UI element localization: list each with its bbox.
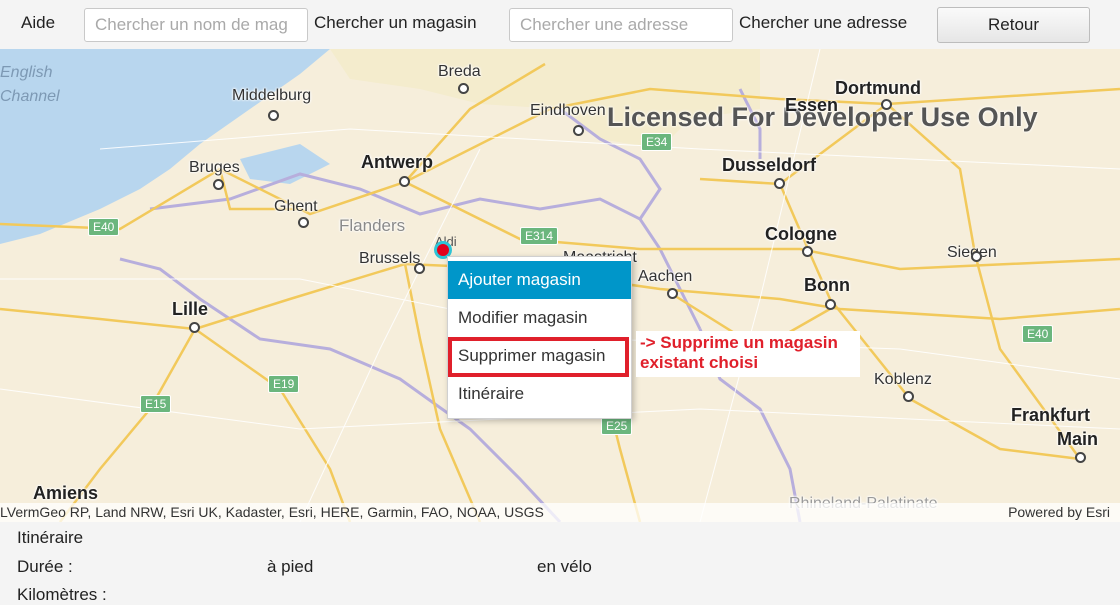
road-shield: E25 <box>601 417 633 435</box>
map-attribution: LVermGeo RP, Land NRW, Esri UK, Kadaster… <box>0 503 1120 522</box>
city-label: Amiens <box>33 483 99 503</box>
sea-label: English <box>0 64 53 81</box>
help-label[interactable]: Aide <box>21 13 55 33</box>
city-label: Koblenz <box>874 371 932 388</box>
back-button[interactable]: Retour <box>937 7 1090 43</box>
city-marker <box>881 99 892 110</box>
city-label: Breda <box>438 63 481 80</box>
address-search-input[interactable] <box>509 8 733 42</box>
store-search-label: Chercher un magasin <box>314 13 477 32</box>
city-label: Dortmund <box>835 78 921 98</box>
city-label: Main <box>1057 429 1099 449</box>
city-label: Middelburg <box>232 87 312 104</box>
road-shield: E34 <box>641 133 673 151</box>
address-search-label: Chercher une adresse <box>739 13 908 32</box>
kilometers-label: Kilomètres : <box>17 585 107 604</box>
menu-item-edit-store[interactable]: Modifier magasin <box>448 299 631 337</box>
annotation-line-1: -> Supprime un magasin <box>640 333 838 352</box>
city-label: Bruges <box>189 159 240 176</box>
city-marker <box>573 125 584 136</box>
city-marker <box>667 288 678 299</box>
menu-item-route[interactable]: Itinéraire <box>448 375 631 413</box>
city-label: Bonn <box>804 275 850 295</box>
city-label: Dusseldorf <box>722 155 817 175</box>
city-marker <box>213 179 224 190</box>
sea-label: Channel <box>0 88 60 105</box>
city-label: Aachen <box>638 268 693 285</box>
city-marker <box>189 322 200 333</box>
city-marker <box>458 83 469 94</box>
bike-label: en vélo <box>537 557 592 576</box>
city-label: Frankfurt <box>1011 405 1091 425</box>
attribution-sources: LVermGeo RP, Land NRW, Esri UK, Kadaster… <box>0 504 544 520</box>
city-marker <box>414 263 425 274</box>
annotation-line-2: existant choisi <box>640 353 759 372</box>
store-search-input[interactable] <box>84 8 308 42</box>
city-marker <box>1075 452 1086 463</box>
city-marker <box>774 178 785 189</box>
road-shield: E40 <box>88 218 120 236</box>
route-panel: Itinéraire Durée : à pied en vélo Kilomè… <box>0 522 1120 604</box>
city-marker <box>399 176 410 187</box>
toolbar: Aide Chercher un magasin Chercher une ad… <box>0 0 1120 49</box>
highlight-box <box>448 337 629 377</box>
city-marker <box>903 391 914 402</box>
city-label: Ghent <box>274 198 318 215</box>
city-marker <box>298 217 309 228</box>
road-shield: E15 <box>140 395 172 413</box>
city-marker <box>971 251 982 262</box>
road-shield: E40 <box>1022 325 1054 343</box>
esri-credit[interactable]: Powered by Esri <box>1008 504 1110 520</box>
route-title: Itinéraire <box>17 528 84 547</box>
road-shield: E19 <box>268 375 300 393</box>
city-label: Antwerp <box>361 152 433 172</box>
region-label: Flanders <box>339 216 406 235</box>
city-marker <box>802 246 813 257</box>
annotation-callout: -> Supprime un magasin existant choisi <box>636 331 860 377</box>
city-label: Cologne <box>765 224 837 244</box>
city-marker <box>268 110 279 121</box>
city-marker <box>825 299 836 310</box>
road-shield: E314 <box>520 227 559 245</box>
walk-label: à pied <box>267 557 314 576</box>
menu-item-add-store[interactable]: Ajouter magasin <box>448 261 631 299</box>
city-label: Lille <box>172 299 209 319</box>
city-label: Eindhoven <box>530 102 606 119</box>
city-label: Essen <box>785 95 839 115</box>
duration-label: Durée : <box>17 557 73 576</box>
city-label: Brussels <box>359 250 421 267</box>
